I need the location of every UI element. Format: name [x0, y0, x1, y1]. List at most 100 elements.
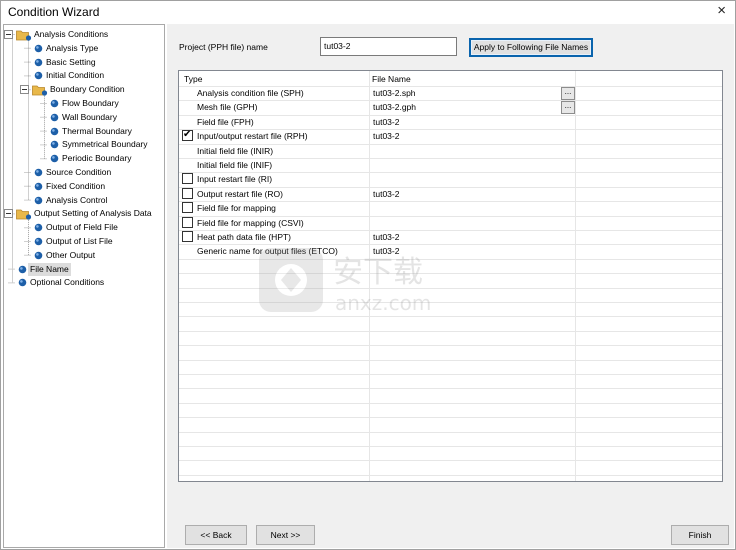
node-icon — [50, 154, 59, 163]
tree-item[interactable]: Initial Condition — [4, 69, 162, 82]
row-checkbox[interactable] — [182, 231, 193, 242]
tree-item[interactable]: Symmetrical Boundary — [4, 138, 162, 151]
tree-item[interactable]: Other Output — [4, 249, 162, 262]
condition-tree[interactable]: Analysis Conditions Analysis Type Basic Se… — [3, 24, 165, 548]
row-checkbox[interactable]: ✔ — [182, 129, 193, 142]
tree-item[interactable]: Source Condition — [4, 166, 162, 179]
table-row[interactable]: ✔ Input/output restart file (RPH) tut03-2 — [179, 129, 722, 143]
folder-icon — [16, 29, 32, 41]
row-file-name[interactable]: tut03-2 — [373, 115, 399, 129]
row-file-name[interactable]: tut03-2 — [373, 129, 399, 143]
table-row[interactable]: Generic name for output files (ETCO) tut0… — [179, 244, 722, 258]
row-type: Field file (FPH) — [197, 116, 254, 127]
tree-item[interactable]: Output of Field File — [4, 221, 162, 234]
node-icon — [18, 265, 27, 274]
collapse-icon[interactable] — [20, 85, 29, 95]
row-file-name[interactable]: tut03-2.gph — [373, 100, 416, 114]
table-row[interactable]: Analysis condition file (SPH) tut03-2.sph… — [179, 86, 722, 100]
table-row[interactable]: Field file (FPH) tut03-2 — [179, 115, 722, 129]
node-icon — [34, 71, 43, 80]
browse-button[interactable]: ... — [561, 87, 575, 100]
tree-item[interactable]: Thermal Boundary — [4, 125, 162, 138]
tree-item-label: Fixed Condition — [46, 180, 106, 191]
node-icon — [34, 58, 43, 67]
tree-item[interactable]: Periodic Boundary — [4, 152, 162, 165]
tree-item[interactable]: File Name — [4, 262, 162, 276]
node-icon — [18, 278, 27, 287]
tree-item-label: Output of List File — [46, 236, 113, 246]
table-row[interactable]: Initial field file (INIF) — [179, 158, 722, 172]
row-type: Input restart file (RI) — [197, 174, 273, 185]
next-button[interactable]: Next >> — [256, 525, 315, 545]
row-type: Heat path data file (HPT) — [197, 232, 292, 242]
tree-item-label: Output Setting of Analysis Data — [34, 208, 152, 219]
tree-item[interactable]: Optional Conditions — [4, 276, 162, 289]
tree-item[interactable]: Output of List File — [4, 235, 162, 248]
tree-item-label: Source Condition — [46, 167, 112, 177]
browse-button[interactable]: ... — [561, 101, 575, 115]
row-type: Field file for mapping — [197, 203, 276, 214]
node-icon — [50, 113, 59, 122]
row-type: Input/output restart file (RPH) — [197, 131, 308, 142]
tree-item[interactable]: Output Setting of Analysis Data — [4, 207, 162, 220]
tree-item-label: Symmetrical Boundary — [62, 139, 148, 150]
tree-item[interactable]: Fixed Condition — [4, 180, 162, 193]
tree-item[interactable]: Flow Boundary — [4, 97, 162, 110]
row-type: Analysis condition file (SPH) — [197, 88, 304, 98]
tree-item[interactable]: Wall Boundary — [4, 111, 162, 124]
tree-item-label: Initial Condition — [46, 70, 105, 81]
collapse-icon[interactable] — [4, 30, 13, 39]
project-name-input[interactable]: tut03-2 — [320, 37, 457, 56]
table-row[interactable]: Input restart file (RI) — [179, 172, 722, 186]
row-checkbox[interactable] — [182, 216, 193, 228]
close-icon[interactable]: × — [717, 2, 726, 20]
tree-item[interactable]: Analysis Conditions — [4, 28, 162, 41]
tree-item-label: Analysis Conditions — [34, 29, 109, 39]
table-row[interactable]: Field file for mapping (CSVI) — [179, 216, 722, 230]
back-button[interactable]: << Back — [185, 525, 247, 545]
apply-to-file-names-button[interactable]: Apply to Following File Names — [469, 38, 593, 57]
node-icon — [50, 140, 59, 149]
tree-item-label: Other Output — [46, 249, 96, 260]
tree-item-label: Optional Conditions — [30, 277, 105, 288]
tree-item-label: Flow Boundary — [62, 98, 119, 108]
node-icon — [34, 168, 43, 177]
table-row[interactable]: Heat path data file (HPT) tut03-2 — [179, 230, 722, 244]
tree-item-label: Boundary Condition — [50, 84, 125, 95]
check-mark-icon: ✔ — [183, 129, 192, 141]
main-panel: Project (PPH file) name tut03-2 Apply to… — [167, 24, 734, 548]
tree-item-label: Analysis Control — [46, 194, 108, 205]
tree-item-label: Wall Boundary — [62, 111, 117, 122]
title-bar: Condition Wizard × — [0, 0, 736, 24]
tree-item[interactable]: Analysis Type — [4, 42, 162, 55]
row-file-name[interactable]: tut03-2 — [373, 187, 399, 201]
row-file-name[interactable]: tut03-2.sph — [373, 86, 416, 100]
tree-item-label: File Name — [28, 262, 71, 276]
row-checkbox[interactable] — [182, 173, 193, 185]
row-file-name[interactable]: tut03-2 — [373, 230, 399, 244]
table-row[interactable]: Output restart file (RO) tut03-2 — [179, 187, 722, 201]
tree-item[interactable]: Basic Setting — [4, 56, 162, 69]
row-file-name[interactable]: tut03-2 — [373, 244, 399, 258]
collapse-icon[interactable] — [4, 209, 13, 219]
node-icon — [34, 223, 43, 232]
tree-item-label: Thermal Boundary — [62, 125, 132, 136]
row-checkbox[interactable] — [182, 202, 193, 214]
column-header-type[interactable]: Type — [184, 72, 202, 86]
column-header-file-name[interactable]: File Name — [372, 72, 411, 86]
table-row[interactable]: Mesh file (GPH) tut03-2.gph... — [179, 100, 722, 115]
folder-icon — [32, 84, 48, 96]
row-type: Initial field file (INIF) — [197, 160, 273, 170]
node-icon — [50, 99, 59, 108]
table-row[interactable]: Initial field file (INIR) — [179, 144, 722, 158]
table-row[interactable]: Field file for mapping — [179, 201, 722, 215]
row-type: Mesh file (GPH) — [197, 102, 258, 113]
tree-item-label: Periodic Boundary — [62, 153, 132, 164]
tree-item-label: Analysis Type — [46, 42, 99, 53]
window-title: Condition Wizard — [8, 5, 100, 19]
finish-button[interactable]: Finish — [671, 525, 729, 545]
tree-item-label: Output of Field File — [46, 222, 118, 233]
tree-item[interactable]: Analysis Control — [4, 194, 162, 207]
tree-item[interactable]: Boundary Condition — [4, 83, 162, 96]
row-checkbox[interactable] — [182, 187, 193, 199]
